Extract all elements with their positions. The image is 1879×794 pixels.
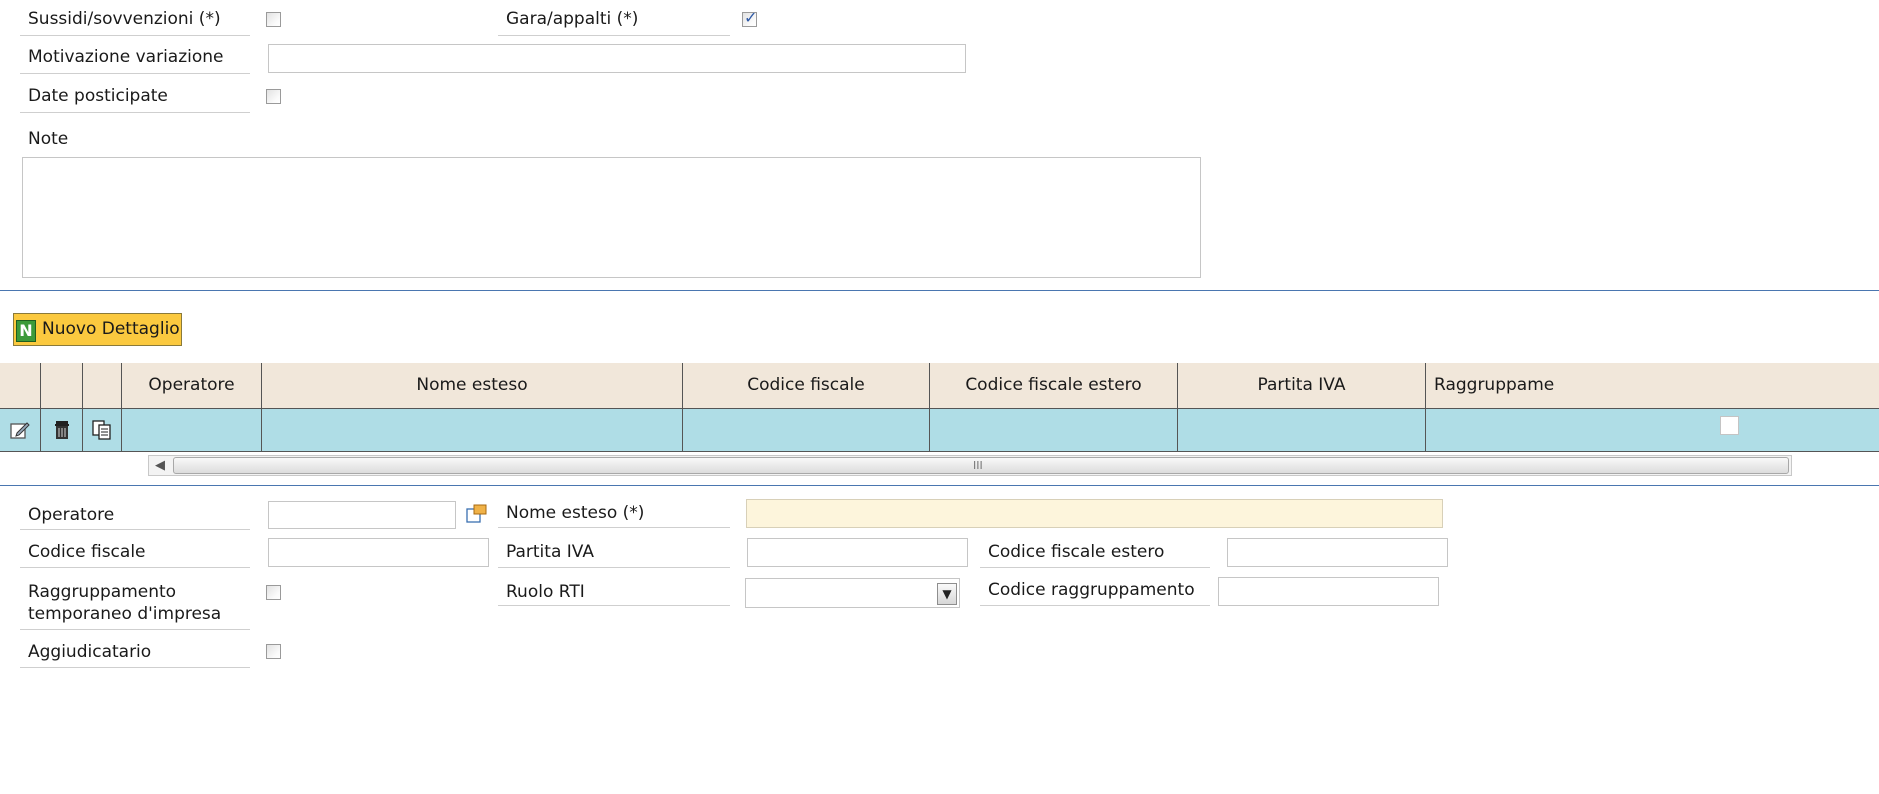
grid-horizontal-scrollbar[interactable]: ◀ III — [148, 455, 1792, 476]
grid-header-action-3 — [83, 363, 122, 409]
codice-raggruppamento-label: Codice raggruppamento — [988, 580, 1195, 600]
aggiudicatario-underline — [20, 667, 250, 668]
sussidi-checkbox[interactable] — [266, 12, 281, 27]
date-posticipate-underline — [20, 112, 250, 113]
motivazione-label: Motivazione variazione — [28, 47, 224, 67]
ruolo-rti-underline — [498, 605, 730, 606]
chevron-down-icon[interactable]: ▼ — [937, 583, 957, 605]
codice-fiscale-estero-underline — [980, 567, 1210, 568]
grid-header-action-2 — [41, 363, 83, 409]
operatore-label: Operatore — [28, 505, 115, 525]
note-label: Note — [28, 129, 69, 149]
codice-fiscale-input[interactable] — [268, 538, 489, 567]
operatore-input[interactable] — [268, 501, 456, 529]
grid-header-codice-fiscale[interactable]: Codice fiscale — [683, 363, 930, 409]
grid-header-operatore[interactable]: Operatore — [122, 363, 262, 409]
motivazione-input[interactable] — [268, 44, 966, 73]
rti-underline — [20, 629, 250, 630]
ruolo-rti-select[interactable]: ▼ — [745, 578, 960, 608]
aggiudicatario-checkbox[interactable] — [266, 644, 281, 659]
grid-raggruppamento-checkbox[interactable] — [1720, 416, 1739, 435]
date-posticipate-checkbox[interactable] — [266, 89, 281, 104]
sussidi-underline — [20, 35, 250, 36]
note-textarea[interactable] — [22, 157, 1201, 278]
gara-checkbox[interactable]: ✓ — [742, 8, 757, 27]
rti-label-line1: Raggruppamento — [28, 582, 177, 602]
gara-label: Gara/appalti (*) — [506, 9, 639, 29]
grid-header-raggruppamento[interactable]: Raggruppame — [1426, 363, 1879, 409]
grid-cell-nome-esteso[interactable] — [262, 409, 683, 452]
grid-header-action-1 — [0, 363, 41, 409]
motivazione-underline — [20, 73, 250, 74]
lookup-icon[interactable] — [466, 504, 488, 524]
new-document-icon: N — [16, 320, 36, 342]
grid-cell-partita-iva[interactable] — [1178, 409, 1426, 452]
trash-icon[interactable] — [51, 419, 73, 441]
nome-esteso-input[interactable] — [746, 499, 1443, 528]
date-posticipate-label: Date posticipate — [28, 86, 168, 106]
new-detail-label: Nuovo Dettaglio — [42, 319, 180, 339]
grid-header-partita-iva[interactable]: Partita IVA — [1178, 363, 1426, 409]
codice-fiscale-label: Codice fiscale — [28, 542, 146, 562]
aggiudicatario-label: Aggiudicatario — [28, 642, 152, 662]
scroll-left-arrow-icon[interactable]: ◀ — [149, 456, 171, 475]
new-detail-button[interactable]: N Nuovo Dettaglio — [13, 313, 182, 346]
partita-iva-input[interactable] — [747, 538, 968, 567]
operatore-underline — [20, 529, 250, 530]
partita-iva-underline — [498, 567, 730, 568]
grid-cell-operatore[interactable] — [122, 409, 262, 452]
codice-fiscale-underline — [20, 567, 250, 568]
section-separator-bottom — [0, 485, 1879, 486]
codice-fiscale-estero-input[interactable] — [1227, 538, 1448, 567]
nome-esteso-underline — [498, 527, 730, 528]
check-icon: ✓ — [744, 8, 758, 27]
copy-icon[interactable] — [91, 419, 113, 441]
gara-underline — [498, 35, 730, 36]
codice-fiscale-estero-label: Codice fiscale estero — [988, 542, 1165, 562]
edit-icon[interactable] — [9, 419, 31, 441]
grid-header-nome-esteso[interactable]: Nome esteso — [262, 363, 683, 409]
scrollbar-thumb[interactable]: III — [173, 457, 1789, 474]
detail-grid: Operatore Nome esteso Codice fiscale Cod… — [0, 363, 1879, 452]
grid-cell-raggruppamento — [1426, 409, 1879, 452]
codice-raggruppamento-input[interactable] — [1218, 577, 1439, 606]
nome-esteso-label: Nome esteso (*) — [506, 503, 645, 523]
grid-header-codice-fiscale-estero[interactable]: Codice fiscale estero — [930, 363, 1178, 409]
sussidi-label: Sussidi/sovvenzioni (*) — [28, 9, 221, 29]
grid-cell-codice-fiscale[interactable] — [683, 409, 930, 452]
codice-raggruppamento-underline — [980, 605, 1210, 606]
partita-iva-label: Partita IVA — [506, 542, 594, 562]
ruolo-rti-label: Ruolo RTI — [506, 582, 585, 602]
rti-label-line2: temporaneo d'impresa — [28, 604, 222, 624]
rti-checkbox[interactable] — [266, 585, 281, 600]
grid-cell-codice-fiscale-estero[interactable] — [930, 409, 1178, 452]
scrollbar-grip-icon: III — [973, 459, 983, 472]
section-separator-top — [0, 290, 1879, 291]
